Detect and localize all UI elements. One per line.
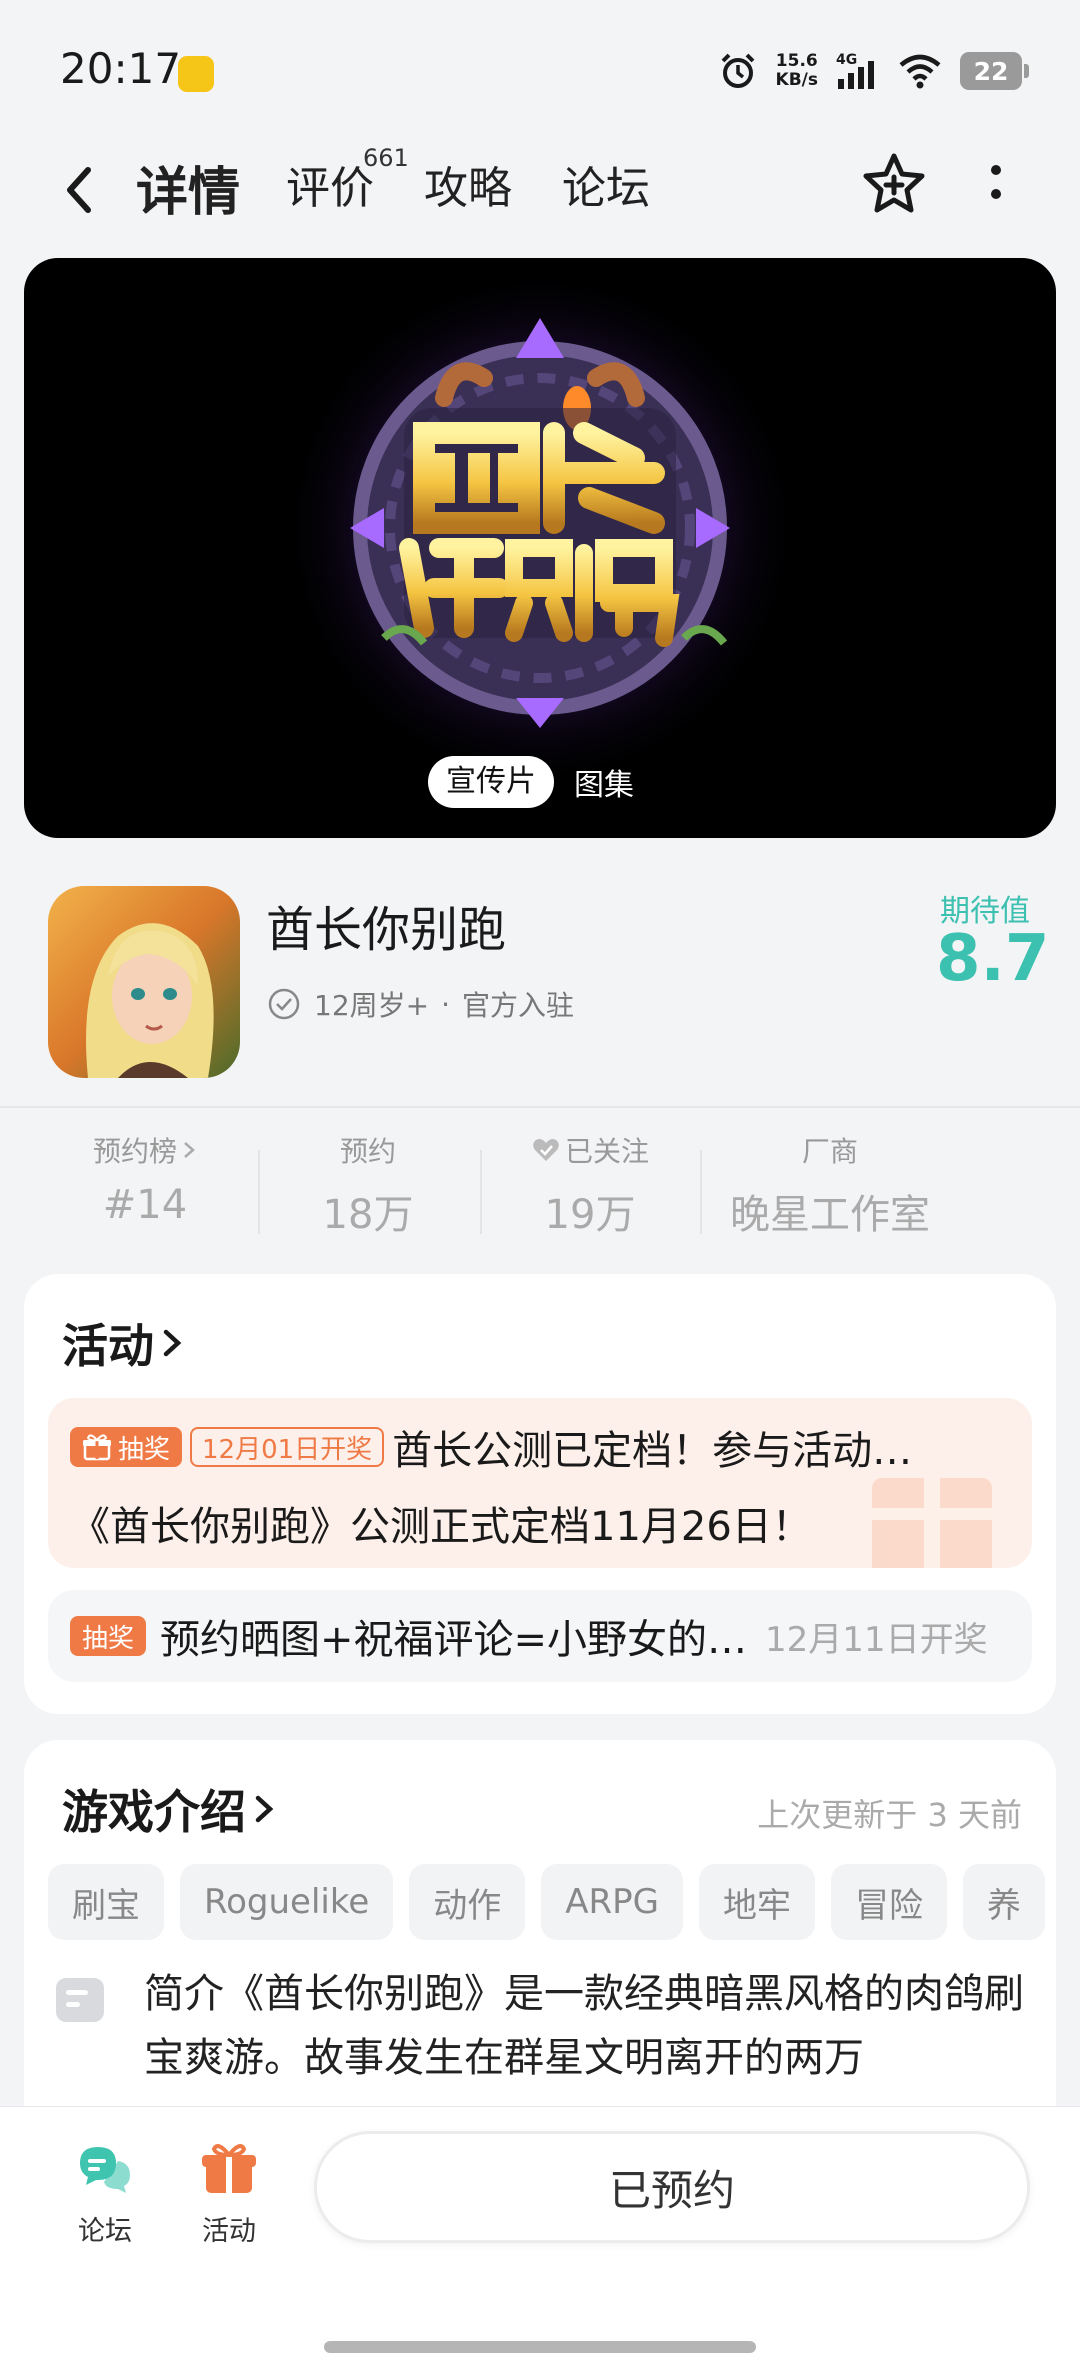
network-speed-unit: KB/s [775, 70, 818, 90]
activity-item[interactable]: 抽奖 预约晒图+祝福评论=小野女的… 12月11日开奖 [48, 1590, 1032, 1682]
reserved-button[interactable]: 已预约 [314, 2131, 1030, 2243]
stat-ranking-label: 预约榜 [92, 1135, 177, 1168]
tab-forum[interactable]: 论坛 [562, 152, 650, 216]
game-logo-artwork [280, 268, 800, 788]
tag-item[interactable]: 地牢 [698, 1864, 815, 1940]
forum-button[interactable]: 论坛 [60, 2137, 150, 2248]
tag-item[interactable]: 刷宝 [48, 1864, 164, 1940]
draw-date-badge: 12月01日开奖 [190, 1427, 385, 1467]
activity-section-header[interactable]: 活动 [62, 1310, 186, 1376]
alarm-icon [721, 53, 754, 88]
back-arrow-icon[interactable] [56, 160, 106, 220]
last-updated-text: 上次更新于 3 天前 [757, 1796, 1022, 1834]
bottom-action-bar: 论坛 活动 已预约 [0, 2106, 1080, 2376]
heart-check-icon [533, 1139, 559, 1161]
tag-item[interactable]: 冒险 [830, 1864, 947, 1940]
official-label: 官方入驻 [462, 989, 575, 1022]
stat-ranking[interactable]: 预约榜 #14 [60, 1130, 230, 1228]
intro-description: 简介《酋长你别跑》是一款经典暗黑风格的肉鸽刷宝爽游。故事发生在群星文明离开的两万 [144, 1971, 1024, 2081]
chat-bubble-icon [80, 2147, 130, 2193]
cellular-signal-icon: 4G [836, 52, 874, 89]
network-speed: 15.6 KB/s [776, 52, 818, 90]
tag-item[interactable]: Roguelike [180, 1864, 394, 1940]
stat-separator [480, 1150, 482, 1234]
stat-developer-label: 厂商 [801, 1135, 858, 1168]
stat-follows-value: 19万 [544, 1192, 636, 1238]
activity-item-title: 预约晒图+祝福评论=小野女的… [160, 1617, 748, 1663]
stat-developer-value: 晚星工作室 [730, 1192, 930, 1238]
stat-reservations-label: 预约 [339, 1135, 396, 1168]
stat-separator [700, 1150, 702, 1234]
activity-item-date: 12月11日开奖 [765, 1619, 988, 1660]
tab-detail[interactable]: 详情 [136, 150, 240, 225]
battery-indicator: 22 [960, 52, 1029, 90]
tag-item[interactable]: 养 [962, 1864, 1045, 1940]
stat-separator [258, 1150, 260, 1234]
wifi-icon [899, 54, 941, 89]
divider [0, 1106, 1080, 1108]
tag-list: 刷宝 Roguelike 动作 ARPG 地牢 冒险 养 [48, 1864, 1056, 1944]
home-indicator[interactable] [324, 2341, 756, 2353]
chevron-right-icon [184, 1142, 195, 1158]
game-title: 酋长你别跑 [266, 902, 507, 958]
intro-section-title: 游戏介绍 [62, 1785, 246, 1839]
game-meta: 12周岁+ · 官方入驻 [266, 984, 574, 1024]
review-count-badge: 661 [363, 144, 409, 172]
stat-reservations-value: 18万 [322, 1192, 414, 1238]
meta-separator-dot: · [441, 987, 450, 1021]
gift-box-icon [202, 2144, 256, 2193]
stat-ranking-label-row: 预约榜 [60, 1130, 230, 1170]
description-icon [56, 1978, 104, 2022]
age-rating: 12周岁+ [314, 989, 430, 1022]
promo-video-tab[interactable]: 宣传片 [428, 756, 554, 808]
stat-follows-label-row: 已关注 [510, 1130, 670, 1170]
activity-button-label: 活动 [202, 2216, 256, 2247]
gallery-tab[interactable]: 图集 [574, 760, 634, 804]
tag-item[interactable]: 动作 [409, 1864, 526, 1940]
activity-section-title: 活动 [62, 1319, 154, 1373]
forum-button-label: 论坛 [78, 2216, 132, 2247]
more-options-icon[interactable] [976, 156, 1016, 212]
notification-app-icon [178, 56, 214, 92]
tab-review[interactable]: 评价 [286, 152, 374, 216]
stat-follows: 已关注 19万 [510, 1130, 670, 1240]
activity-card: 活动 抽奖 12月01日开奖 酋长公测已定档！参与活动… 《酋长你别跑》公测正式… [24, 1274, 1056, 1714]
expect-score-value: 8.7 [936, 922, 1050, 996]
app-screen: 20:17 15.6 KB/s 4G 22 详情 评价 661 攻略 论坛 宣传… [0, 0, 1080, 2376]
stat-reservations: 预约 18万 [288, 1130, 448, 1240]
activity-button[interactable]: 活动 [184, 2137, 274, 2248]
intro-section-header[interactable]: 游戏介绍 [62, 1776, 278, 1842]
activity-item-title: 酋长公测已定档！参与活动… [392, 1428, 913, 1474]
media-switch: 宣传片 图集 [428, 754, 634, 810]
tag-item[interactable]: ARPG [541, 1864, 683, 1940]
tab-guide[interactable]: 攻略 [424, 152, 512, 216]
status-indicators: 15.6 KB/s 4G 22 [718, 46, 1029, 96]
status-bar: 20:17 15.6 KB/s 4G 22 [0, 0, 1080, 130]
stat-developer[interactable]: 厂商 晚星工作室 [720, 1130, 940, 1240]
activity-item[interactable]: 抽奖 12月01日开奖 酋长公测已定档！参与活动… 《酋长你别跑》公测正式定档1… [48, 1398, 1032, 1568]
lottery-badge: 抽奖 [70, 1616, 147, 1656]
lottery-badge: 抽奖 [70, 1427, 183, 1467]
gift-icon [83, 1434, 111, 1461]
status-time: 20:17 [60, 44, 182, 93]
stat-follows-label: 已关注 [564, 1135, 649, 1168]
hero-media[interactable]: 宣传片 图集 [24, 258, 1056, 838]
activity-item-subtitle: 《酋长你别跑》公测正式定档11月26日！ [70, 1504, 812, 1550]
star-follow-icon[interactable] [860, 150, 928, 218]
stats-row: 预约榜 #14 预约 18万 已关注 19万 厂商 晚星工作室 [0, 1130, 1080, 1240]
game-icon-artwork [48, 886, 240, 1078]
lottery-badge-label: 抽奖 [118, 1434, 171, 1465]
check-circle-icon [268, 988, 300, 1020]
chevron-right-icon [163, 1329, 182, 1357]
network-speed-value: 15.6 [775, 51, 818, 71]
top-navigation: 详情 评价 661 攻略 论坛 [0, 130, 1080, 250]
stat-ranking-value: #14 [102, 1182, 188, 1228]
chevron-right-icon [255, 1795, 274, 1823]
activity-item-header: 抽奖 12月01日开奖 酋长公测已定档！参与活动… [70, 1418, 912, 1476]
svg-text:4G: 4G [836, 52, 857, 68]
game-app-icon [48, 886, 240, 1078]
